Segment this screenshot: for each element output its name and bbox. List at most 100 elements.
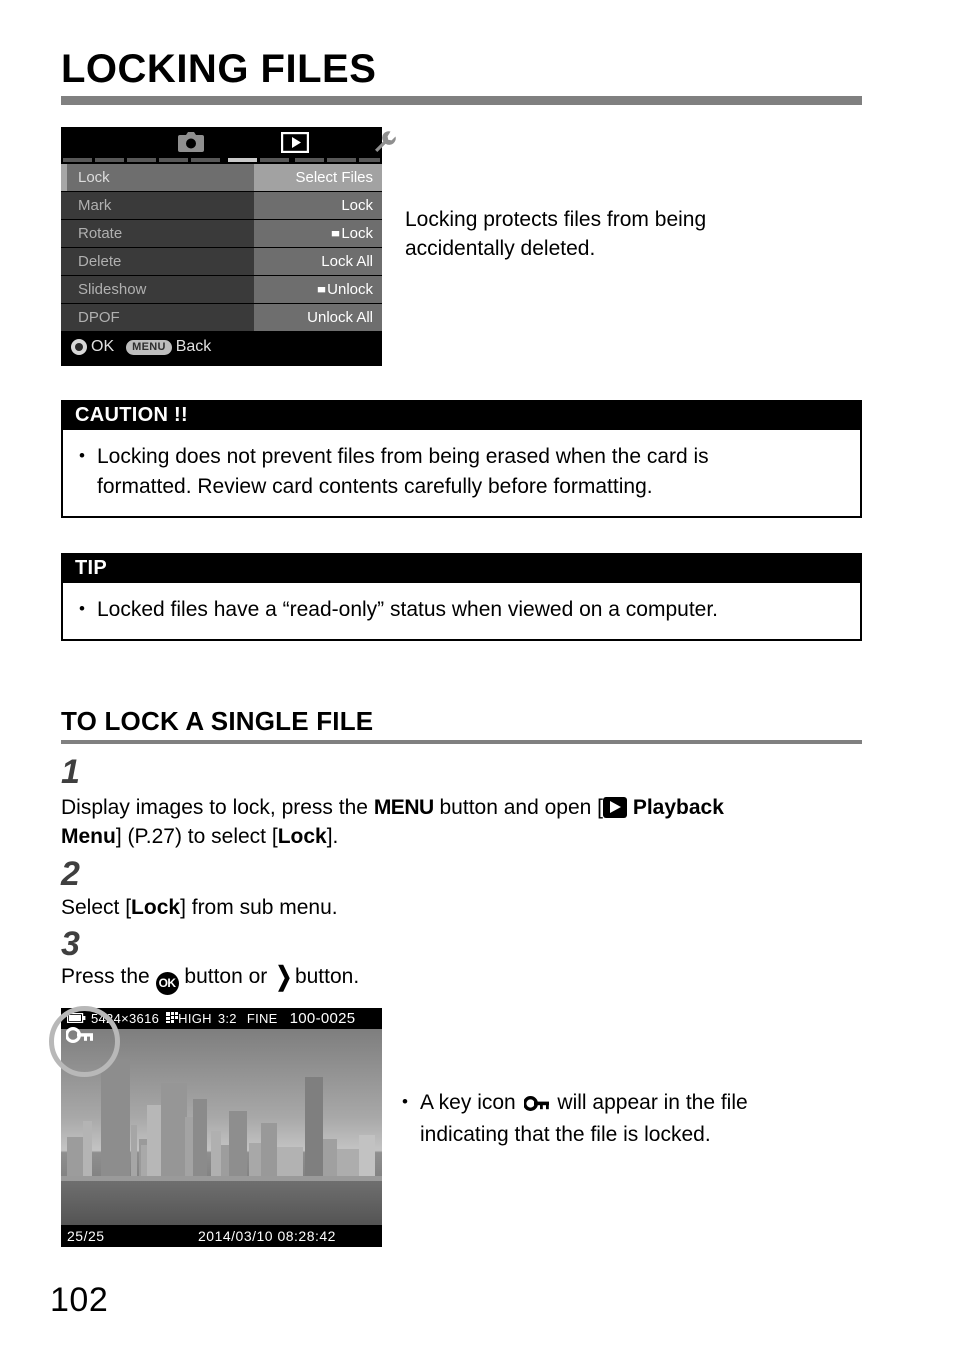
step1-text-a: Display images to lock, press the bbox=[61, 796, 368, 819]
segment bbox=[191, 158, 220, 162]
back-hint-label: Back bbox=[175, 338, 212, 355]
playback-icon bbox=[278, 130, 312, 154]
menu-item-value: Unlock All bbox=[254, 304, 382, 331]
value-text: Unlock bbox=[327, 281, 373, 298]
step1-text-e: ]. bbox=[326, 825, 339, 848]
menu-row-dpof[interactable]: DPOF Unlock All bbox=[61, 304, 382, 332]
photo-note-bullet: A key icon will appear in the file indic… bbox=[400, 1087, 862, 1150]
step3-text-a: Press the bbox=[61, 965, 150, 988]
tip-body: Locked files have a “read-only” status w… bbox=[63, 583, 860, 639]
step1-line-2: Menu] (P.27) to select [Lock]. bbox=[61, 822, 862, 851]
lcd-segment-indicator bbox=[61, 156, 382, 164]
ok-dot-icon bbox=[71, 339, 87, 355]
menu-item-label: Lock bbox=[61, 164, 254, 191]
segment-active bbox=[228, 158, 257, 162]
photo-note-line-1: A key icon will appear in the file bbox=[420, 1088, 862, 1120]
right-arrow-icon: ❯ bbox=[275, 961, 293, 991]
playback-icon bbox=[602, 797, 627, 818]
step2-line-1: Select [Lock] from sub menu. bbox=[61, 893, 862, 922]
key-icon bbox=[522, 1090, 550, 1120]
step3-text-c: button. bbox=[294, 965, 360, 988]
value-text: Lock bbox=[341, 197, 373, 214]
menu-row-delete[interactable]: Delete Lock All bbox=[61, 248, 382, 276]
menu-item-value: Unlock bbox=[254, 276, 382, 303]
quality-grid-icon bbox=[166, 1011, 179, 1026]
menu-item-label: Mark bbox=[61, 192, 254, 219]
lcd-tab-bar bbox=[61, 127, 396, 156]
caution-body: Locking does not prevent files from bein… bbox=[63, 430, 860, 516]
section-divider bbox=[61, 740, 862, 744]
photo-compression: FINE bbox=[246, 1011, 278, 1026]
tip-box: TIP Locked files have a “read-only” stat… bbox=[61, 553, 862, 641]
menu-row-lock[interactable]: Lock Select Files bbox=[61, 164, 382, 192]
segment bbox=[295, 158, 324, 162]
step-text-1: Display images to lock, press the MENU b… bbox=[61, 793, 862, 851]
lcd-footer-hints: OK MENU Back bbox=[61, 332, 382, 362]
flag-icon bbox=[317, 285, 326, 298]
photo-note-line-2: indicating that the file is locked. bbox=[420, 1123, 711, 1146]
title-divider bbox=[61, 96, 862, 105]
menu-item-value: Lock bbox=[254, 192, 382, 219]
value-text: Select Files bbox=[295, 169, 373, 186]
step-number-1: 1 bbox=[61, 753, 80, 791]
photo-note-text-a: A key icon bbox=[420, 1091, 516, 1114]
step-text-2: Select [Lock] from sub menu. bbox=[61, 893, 862, 922]
menu-keyword: MENU bbox=[373, 796, 434, 819]
segment bbox=[95, 158, 124, 162]
segment bbox=[159, 158, 188, 162]
segment bbox=[63, 158, 92, 162]
step3-line-1: Press the OK button or ❯ button. bbox=[61, 962, 862, 995]
caution-box: CAUTION !! Locking does not prevent file… bbox=[61, 400, 862, 518]
wrench-icon bbox=[368, 130, 402, 154]
step1-text-b: button and open [ bbox=[439, 796, 603, 819]
lock-label: Lock bbox=[277, 825, 327, 848]
photo-file-number: 100-0025 bbox=[289, 1010, 356, 1027]
step-number-3: 3 bbox=[61, 925, 80, 963]
step2-text-a: Select [ bbox=[61, 896, 132, 919]
tip-heading: TIP bbox=[63, 555, 860, 583]
menu-row-rotate[interactable]: Rotate Lock bbox=[61, 220, 382, 248]
step1-text-d: ] (P.27) to select [ bbox=[115, 825, 278, 848]
menu-item-label: Delete bbox=[61, 248, 254, 275]
photo-status-bar: 25/25 2014/03/10 08:28:42 bbox=[61, 1225, 382, 1247]
water bbox=[61, 1181, 382, 1225]
caution-heading: CAUTION !! bbox=[63, 402, 860, 430]
step3-text-b: button or bbox=[184, 965, 268, 988]
photo-counter: 25/25 bbox=[67, 1228, 105, 1244]
tip-bullet: Locked files have a “read-only” status w… bbox=[77, 594, 846, 625]
value-text: Lock All bbox=[321, 253, 373, 270]
segment bbox=[327, 158, 356, 162]
lock-label: Lock bbox=[131, 896, 181, 919]
menu-row-slideshow[interactable]: Slideshow Unlock bbox=[61, 276, 382, 304]
key-icon bbox=[64, 1026, 94, 1048]
intro-line-2: accidentally deleted. bbox=[405, 237, 596, 260]
photo-note-text-b: will appear in the file bbox=[557, 1091, 748, 1114]
photo-datetime: 2014/03/10 08:28:42 bbox=[198, 1228, 336, 1244]
photo-quality: HIGH bbox=[178, 1011, 212, 1026]
menu-button-pill: MENU bbox=[126, 339, 172, 355]
photo-aspect-ratio: 3:2 bbox=[217, 1011, 237, 1026]
segment bbox=[359, 158, 380, 162]
caution-line-1: Locking does not prevent files from bein… bbox=[97, 445, 709, 468]
flag-icon bbox=[331, 229, 340, 242]
step2-text-b: ] from sub menu. bbox=[180, 896, 338, 919]
segment bbox=[260, 158, 289, 162]
menu-item-label: Rotate bbox=[61, 220, 254, 247]
section-title: TO LOCK A SINGLE FILE bbox=[61, 706, 374, 736]
value-text: Lock bbox=[341, 225, 373, 242]
step-text-3: Press the OK button or ❯ button. bbox=[61, 962, 862, 995]
page-number: 102 bbox=[50, 1281, 109, 1319]
ok-button-icon: OK bbox=[155, 972, 179, 995]
caution-line-2: formatted. Review card contents carefull… bbox=[97, 475, 653, 498]
intro-line-1: Locking protects files from being bbox=[405, 208, 707, 231]
menu-item-value: Select Files bbox=[254, 164, 382, 191]
playback-menu-label: Playback bbox=[632, 796, 724, 819]
photo-note: A key icon will appear in the file indic… bbox=[400, 1087, 862, 1150]
camera-icon bbox=[174, 130, 208, 154]
menu-item-value: Lock bbox=[254, 220, 382, 247]
step1-line-1: Display images to lock, press the MENU b… bbox=[61, 793, 862, 822]
menu-item-label: Slideshow bbox=[61, 276, 254, 303]
step-number-2: 2 bbox=[61, 855, 80, 893]
caution-bullet: Locking does not prevent files from bein… bbox=[77, 441, 846, 502]
menu-row-mark[interactable]: Mark Lock bbox=[61, 192, 382, 220]
